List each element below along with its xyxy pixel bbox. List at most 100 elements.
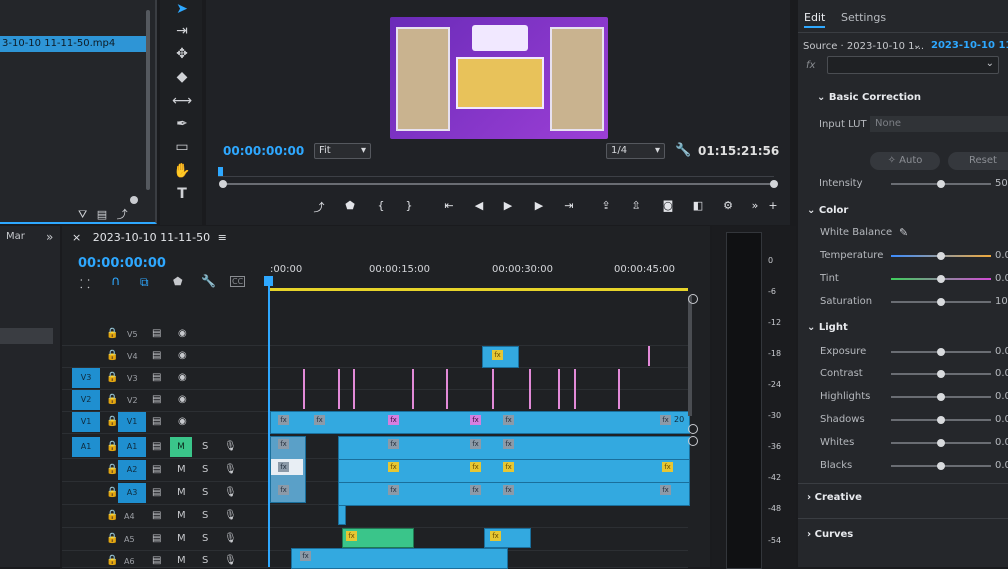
chevron-down-icon[interactable]: ⌄ (913, 40, 921, 51)
eye-icon[interactable]: ◉ (178, 350, 187, 361)
magnet-icon[interactable]: ∩ (111, 274, 121, 289)
lock-icon[interactable]: 🔒 (106, 510, 118, 521)
add-marker-icon[interactable]: ⬟ (173, 275, 183, 288)
marker-icon[interactable]: ⬟ (342, 199, 358, 212)
timeline-v-scrollbar[interactable] (688, 296, 692, 416)
extract-icon[interactable]: ⇫ (628, 199, 644, 212)
lock-icon[interactable]: 🔒 (106, 441, 118, 452)
clip-a6[interactable] (291, 548, 508, 569)
type-icon[interactable]: T (172, 185, 192, 203)
solo-a2-button[interactable]: S (202, 464, 208, 475)
go-to-out-icon[interactable]: ⇥ (561, 199, 577, 212)
mute-a4-button[interactable]: M (177, 510, 186, 521)
reset-button[interactable]: Reset (948, 152, 1008, 170)
mute-a2-button[interactable]: M (177, 464, 186, 475)
solo-a3-button[interactable]: S (202, 487, 208, 498)
filter-icon[interactable]: ⛛ (78, 208, 87, 221)
intensity-slider[interactable] (891, 180, 991, 188)
slider-knob[interactable] (937, 370, 945, 378)
sync-icon[interactable]: ▤ (152, 487, 161, 498)
section-light[interactable]: ⌄ Light (807, 322, 848, 333)
scroll-handle[interactable] (688, 294, 698, 304)
contrast-value[interactable]: 0.0 (995, 368, 1008, 379)
exposure-slider[interactable] (891, 348, 991, 356)
lock-icon[interactable]: 🔒 (106, 416, 118, 427)
track-target-v1[interactable]: V1 (118, 412, 146, 432)
lock-icon[interactable]: 🔒 (106, 555, 118, 566)
selection-icon[interactable]: ➤ (172, 0, 192, 18)
play-icon[interactable]: ▶ (500, 199, 516, 212)
work-area-bar[interactable] (270, 288, 688, 291)
camera-icon[interactable]: ◙ (660, 199, 676, 212)
snap-icon[interactable]: ⸬ (80, 275, 90, 292)
lock-icon[interactable]: 🔒 (106, 372, 118, 383)
sync-icon[interactable]: ▤ (152, 441, 161, 452)
slider-knob[interactable] (937, 252, 945, 260)
mute-a1-button[interactable]: M (170, 437, 192, 457)
mic-icon[interactable]: 🎙 (224, 441, 237, 452)
scrub-bar[interactable] (222, 183, 776, 185)
shadows-value[interactable]: 0.0 (995, 414, 1008, 425)
mic-icon[interactable]: 🎙 (224, 555, 237, 566)
resolution-dropdown[interactable]: 1/4 ▾ (606, 143, 665, 159)
clip-a4[interactable] (338, 505, 346, 525)
hand-icon[interactable]: ✋ (172, 162, 192, 180)
saturation-value[interactable]: 10 (995, 296, 1008, 307)
eye-icon[interactable]: ◉ (178, 416, 187, 427)
timeline-settings-icon[interactable]: 🔧 (201, 274, 216, 288)
section-basic-correction[interactable]: ⌄ Basic Correction (817, 92, 921, 103)
comparison-icon[interactable]: ◧ (690, 199, 706, 212)
auto-button[interactable]: ✧ Auto (870, 152, 940, 170)
contrast-slider[interactable] (891, 370, 991, 378)
more-tabs-icon[interactable]: » (46, 230, 53, 244)
track-target-a1[interactable]: A1 (118, 437, 146, 457)
timeline-playhead[interactable] (268, 276, 270, 567)
fit-dropdown[interactable]: Fit ▾ (314, 143, 371, 159)
eye-icon[interactable]: ◉ (178, 372, 187, 383)
menu-icon[interactable]: ≡ (218, 231, 227, 244)
input-lut-dropdown[interactable]: None (870, 116, 1008, 132)
sequence-timecode[interactable]: 00:00:00:00 (78, 256, 166, 271)
scroll-handle[interactable] (688, 424, 698, 434)
slider-knob[interactable] (937, 180, 945, 188)
video-preview[interactable] (390, 17, 608, 139)
source-patch-v3[interactable]: V3 (72, 368, 100, 388)
slider-knob[interactable] (937, 348, 945, 356)
highlights-value[interactable]: 0.0 (995, 391, 1008, 402)
sync-icon[interactable]: ▤ (152, 350, 161, 361)
blacks-value[interactable]: 0.0 (995, 460, 1008, 471)
lock-icon[interactable]: 🔒 (106, 487, 118, 498)
exposure-value[interactable]: 0.0 (995, 346, 1008, 357)
sync-icon[interactable]: ▤ (152, 416, 161, 427)
project-item[interactable]: 3-10-10 11-11-50.mp4 (0, 36, 146, 52)
zoom-knob[interactable] (130, 196, 138, 204)
blacks-slider[interactable] (891, 462, 991, 470)
temperature-slider[interactable] (891, 252, 991, 260)
solo-a5-button[interactable]: S (202, 533, 208, 544)
markers-tab[interactable]: Mar (6, 231, 25, 242)
sync-icon[interactable]: ▤ (152, 328, 161, 339)
mic-icon[interactable]: 🎙 (224, 533, 237, 544)
pen-icon[interactable]: ✒ (172, 115, 192, 133)
whites-slider[interactable] (891, 439, 991, 447)
sync-icon[interactable]: ▤ (152, 464, 161, 475)
saturation-slider[interactable] (891, 298, 991, 306)
eye-icon[interactable]: ◉ (178, 328, 187, 339)
mute-a3-button[interactable]: M (177, 487, 186, 498)
close-icon[interactable]: × (72, 231, 81, 244)
project-scrollbar[interactable] (146, 10, 150, 190)
source-patch-v2[interactable]: V2 (72, 390, 100, 410)
lock-icon[interactable]: 🔒 (106, 464, 118, 475)
mic-icon[interactable]: 🎙 (224, 510, 237, 521)
scrub-out-handle[interactable] (770, 180, 778, 188)
section-curves[interactable]: › Curves (807, 529, 853, 540)
go-to-in-icon[interactable]: ⇤ (441, 199, 457, 212)
source-patch-v1[interactable]: V1 (72, 412, 100, 432)
mark-in-icon[interactable]: { (373, 199, 389, 212)
slider-knob[interactable] (937, 275, 945, 283)
solo-a6-button[interactable]: S (202, 555, 208, 566)
playhead-timecode[interactable]: 00:00:00:00 (223, 144, 304, 158)
marker-row[interactable] (0, 328, 53, 344)
solo-a1-button[interactable]: S (202, 441, 208, 452)
lock-icon[interactable]: 🔒 (106, 533, 118, 544)
